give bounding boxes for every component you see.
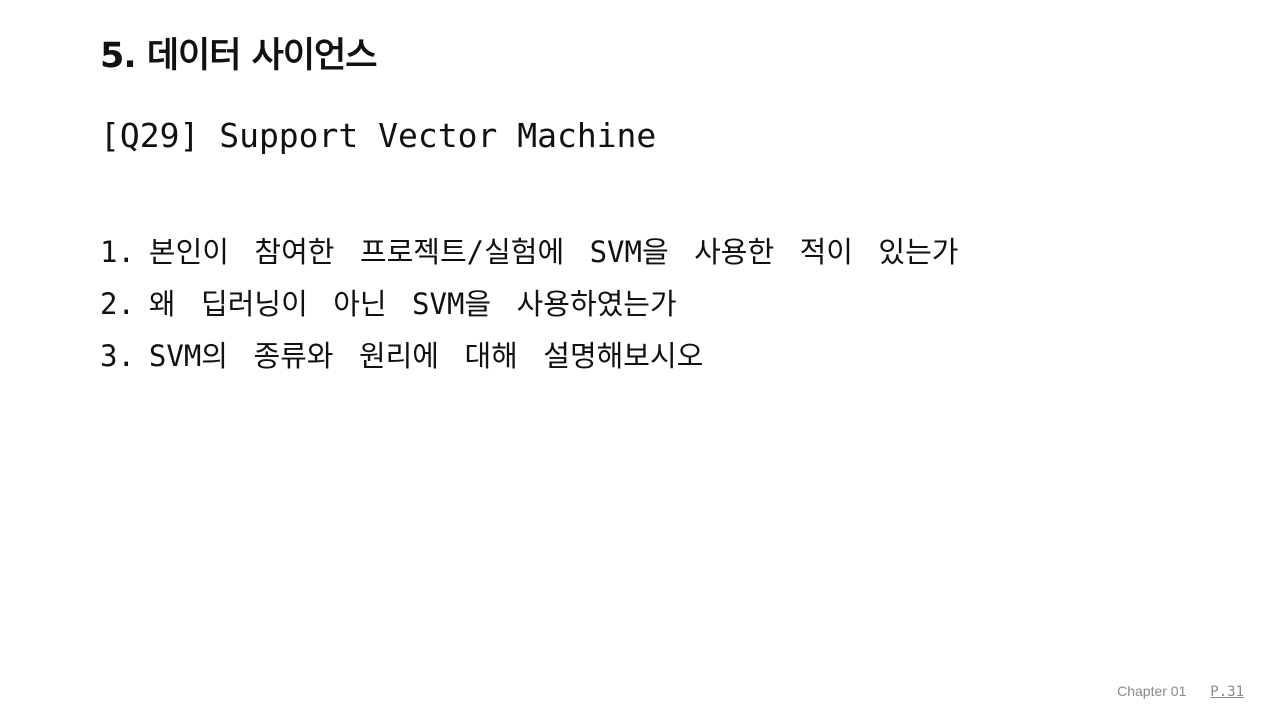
slide: 5. 데이터 사이언스 [Q29] Support Vector Machine…: [0, 0, 1280, 720]
question-item-1: 1. 본인이 참여한 프로젝트/실험에 SVM을 사용한 적이 있는가: [100, 228, 958, 280]
section-title: 5. 데이터 사이언스: [100, 36, 377, 76]
question-list: 1. 본인이 참여한 프로젝트/실험에 SVM을 사용한 적이 있는가 2. 왜 딥…: [100, 228, 958, 384]
question-text: 본인이 참여한 프로젝트/실험에 SVM을 사용한 적이 있는가: [148, 235, 959, 269]
question-text: 왜 딥러닝이 아닌 SVM을 사용하였는가: [148, 287, 677, 321]
footer-chapter: Chapter 01: [1117, 683, 1187, 699]
question-item-2: 2. 왜 딥러닝이 아닌 SVM을 사용하였는가: [100, 280, 958, 332]
page-number-link[interactable]: P.31: [1210, 684, 1244, 700]
question-number: 2.: [100, 287, 135, 321]
question-text: SVM의 종류와 원리에 대해 설명해보시오: [148, 339, 704, 373]
question-item-3: 3. SVM의 종류와 원리에 대해 설명해보시오: [100, 332, 958, 384]
question-number: 1.: [100, 235, 135, 269]
question-number: 3.: [100, 339, 135, 373]
question-title: [Q29] Support Vector Machine: [100, 116, 657, 155]
footer: Chapter 01 P.31: [1117, 683, 1244, 700]
